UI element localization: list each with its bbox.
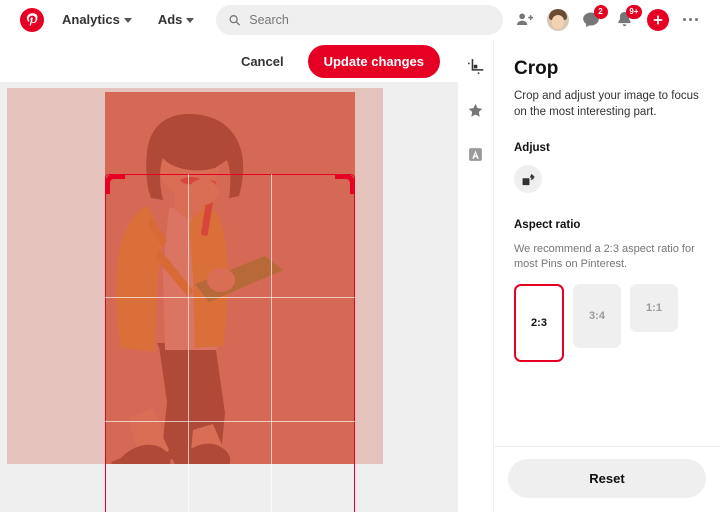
- nav-item-ads-label: Ads: [157, 12, 183, 27]
- more-options-icon[interactable]: [679, 14, 703, 26]
- ellipsis-dot: [682, 17, 686, 22]
- pinterest-image-editor: Analytics Ads Search 2 9+ Cancel Update …: [0, 0, 720, 512]
- plus-icon: [653, 15, 662, 24]
- crop-tool-button[interactable]: [462, 52, 490, 80]
- crop-tint: [105, 92, 355, 464]
- aspect-ratio-description: We recommend a 2:3 aspect ratio for most…: [514, 243, 695, 270]
- update-changes-button[interactable]: Update changes: [307, 44, 440, 78]
- text-tool-button[interactable]: [462, 140, 490, 168]
- editor-action-bar: Cancel Update changes: [0, 40, 458, 82]
- add-person-icon[interactable]: [513, 8, 537, 32]
- crop-selection-overlay: [105, 92, 355, 464]
- aspect-ratio-option-3-4[interactable]: 3:4: [573, 283, 621, 348]
- nav-item-analytics-label: Analytics: [62, 12, 120, 27]
- panel-description: Crop and adjust your image to focus on t…: [514, 90, 699, 118]
- aspect-ratio-option-2-3[interactable]: 2:3: [514, 283, 564, 362]
- editor-canvas[interactable]: [0, 82, 458, 512]
- search-container: [216, 4, 503, 35]
- page-title: Crop: [514, 58, 559, 79]
- ellipsis-dot: [688, 17, 692, 22]
- panel-body: Crop Crop and adjust your image to focus…: [494, 40, 720, 446]
- pinterest-logo-icon[interactable]: [20, 7, 44, 32]
- aspect-ratio-label: Aspect ratio: [514, 219, 581, 232]
- ellipsis-dot: [694, 17, 698, 22]
- search-input[interactable]: [249, 12, 491, 27]
- chevron-down-icon: [123, 18, 132, 23]
- panel-footer: Reset: [494, 446, 720, 512]
- app-header: Analytics Ads Search 2 9+: [0, 0, 720, 40]
- aspect-ratio-options: 2:3 3:4 1:1: [514, 283, 700, 362]
- source-image[interactable]: [7, 88, 383, 464]
- text-a-icon: [469, 147, 482, 161]
- avatar-face: [551, 14, 564, 29]
- adjust-section-label: Adjust: [514, 142, 550, 155]
- chevron-down-icon: [186, 18, 195, 23]
- search-icon: [229, 14, 241, 25]
- crop-icon: [468, 58, 484, 74]
- aspect-ratio-option-1-1[interactable]: 1:1: [630, 283, 678, 332]
- messages-icon[interactable]: 2: [579, 4, 608, 32]
- sticker-tool-button[interactable]: [462, 96, 490, 124]
- rotate-button[interactable]: [514, 165, 542, 194]
- avatar[interactable]: [546, 8, 569, 31]
- crop-settings-panel: Crop Crop and adjust your image to focus…: [494, 40, 720, 512]
- notifications-icon[interactable]: 9+: [613, 4, 642, 32]
- nav-item-ads[interactable]: Ads: [150, 6, 203, 33]
- aspect-ratio-section: Aspect ratio We recommend a 2:3 aspect r…: [514, 219, 700, 362]
- cancel-button[interactable]: Cancel: [231, 46, 294, 77]
- rotate-icon: [522, 173, 535, 185]
- reset-button[interactable]: Reset: [508, 459, 706, 498]
- messages-badge: 2: [593, 4, 608, 19]
- editor-toolbar: [458, 40, 494, 512]
- star-icon: [468, 103, 483, 117]
- notifications-badge: 9+: [626, 4, 642, 19]
- search-box[interactable]: [216, 4, 503, 35]
- nav-item-analytics[interactable]: Analytics: [54, 6, 140, 33]
- create-button[interactable]: [646, 8, 669, 31]
- header-actions: 2 9+: [513, 4, 709, 32]
